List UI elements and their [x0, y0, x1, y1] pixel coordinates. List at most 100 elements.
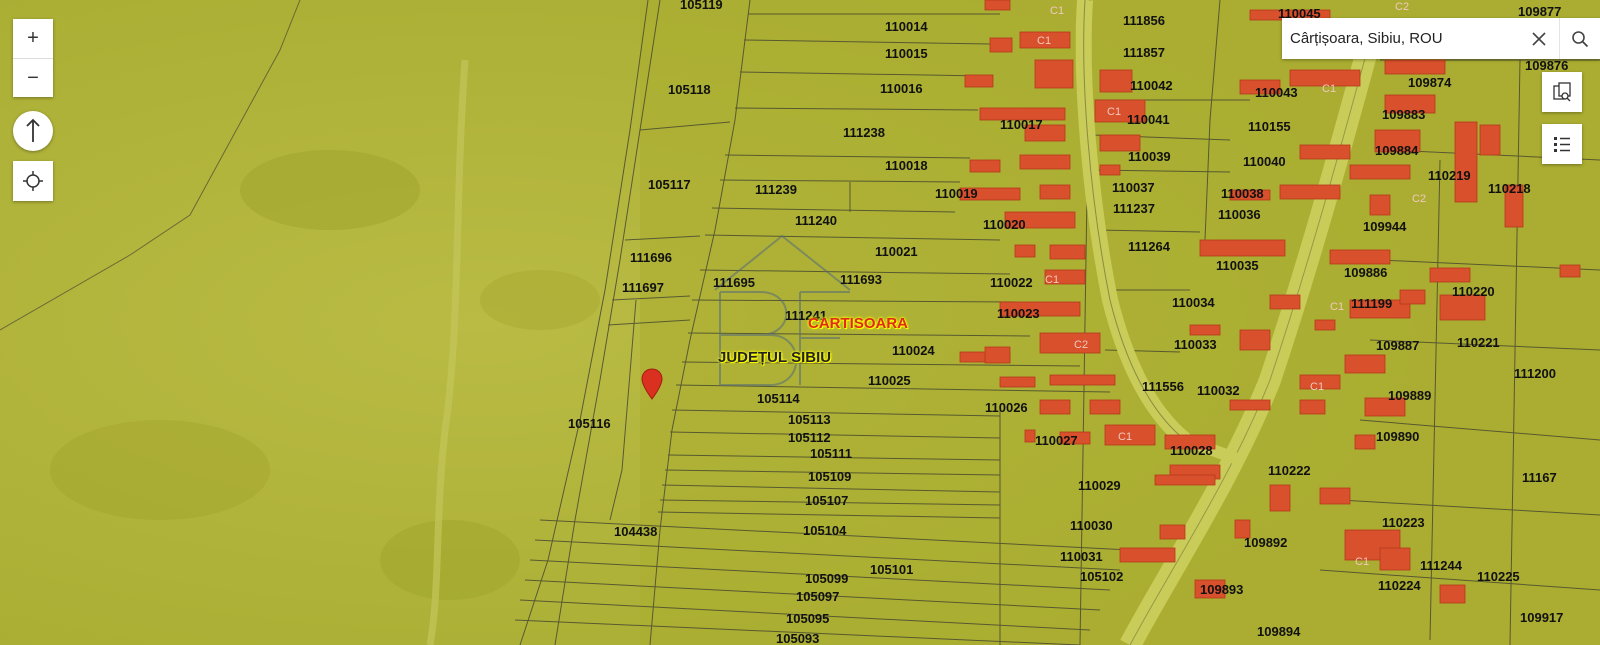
building-code: C1 — [1355, 556, 1369, 568]
parcel-number: 111237 — [1113, 201, 1155, 216]
parcel-number: 111856 — [1123, 13, 1165, 28]
building-code: C2 — [1074, 339, 1088, 351]
parcel-number: 110030 — [1070, 518, 1113, 533]
parcel-number: 105102 — [1080, 569, 1123, 584]
parcel-number: 110035 — [1216, 258, 1259, 273]
parcel-number: 110020 — [983, 217, 1026, 232]
parcel-number: 110039 — [1128, 149, 1171, 164]
zoom-out-label: − — [27, 67, 39, 89]
arrow-up-icon — [26, 118, 40, 142]
building-code: C1 — [1310, 381, 1324, 393]
parcel-number: 109887 — [1376, 338, 1419, 353]
parcel-number: 111244 — [1420, 558, 1463, 573]
parcel-number: 110032 — [1197, 383, 1240, 398]
parcel-number: 110041 — [1127, 112, 1170, 127]
parcel-number: 110036 — [1218, 207, 1261, 222]
parcel-number: 105093 — [776, 631, 819, 645]
parcel-number: 110026 — [985, 400, 1028, 415]
parcel-number: 109892 — [1244, 535, 1287, 550]
parcel-number: 110019 — [935, 186, 978, 201]
parcel-number: 109889 — [1388, 388, 1431, 403]
parcel-number: 110021 — [875, 244, 918, 259]
parcel-number: 111693 — [840, 272, 882, 287]
clear-search-button[interactable] — [1519, 18, 1559, 59]
parcel-number: 109874 — [1408, 75, 1452, 90]
building-code: C1 — [1045, 274, 1059, 286]
zoom-controls: + − — [13, 19, 53, 97]
parcel-number: 110218 — [1488, 181, 1531, 196]
parcel-number: 110022 — [990, 275, 1033, 290]
parcel-number: 111199 — [1351, 296, 1392, 311]
search-button[interactable] — [1559, 18, 1600, 59]
north-arrow-button[interactable] — [13, 111, 53, 151]
building-code: C1 — [1050, 5, 1064, 17]
building-code: C1 — [1118, 431, 1132, 443]
parcel-number: 111695 — [713, 275, 755, 290]
parcel-number: 109894 — [1257, 624, 1301, 639]
parcel-number: 110042 — [1130, 78, 1173, 93]
parcel-number: 105109 — [808, 469, 851, 484]
parcel-number: 110014 — [885, 19, 928, 34]
parcel-number: 111697 — [622, 280, 664, 295]
parcel-number: 111239 — [755, 182, 797, 197]
parcel-number: 109877 — [1518, 4, 1561, 19]
parcel-number: 105118 — [668, 82, 711, 97]
zoom-in-button[interactable]: + — [13, 19, 53, 58]
parcel-number: 110219 — [1428, 168, 1471, 183]
parcel-number: 105113 — [788, 412, 831, 427]
parcel-number: 105099 — [805, 571, 848, 586]
building-code: C2 — [1395, 1, 1409, 13]
building-code: C1 — [1330, 301, 1344, 313]
parcel-number: 110017 — [1000, 117, 1043, 132]
parcel-number: 110223 — [1382, 515, 1425, 530]
building-code: C1 — [1322, 83, 1336, 95]
parcel-number: 104438 — [614, 524, 657, 539]
parcel-number: 110043 — [1255, 85, 1298, 100]
parcel-number: 110028 — [1170, 443, 1213, 458]
parcel-number: 105101 — [870, 562, 913, 577]
parcel-number: 105104 — [803, 523, 847, 538]
parcel-number: 110029 — [1078, 478, 1121, 493]
parcel-number: 110221 — [1457, 335, 1500, 350]
parcel-number: 110025 — [868, 373, 911, 388]
parcel-number: 110155 — [1248, 119, 1291, 134]
search-input[interactable] — [1290, 30, 1485, 47]
parcel-number: 110034 — [1172, 295, 1215, 310]
parcel-number: 105107 — [805, 493, 848, 508]
parcel-number: 105114 — [757, 391, 800, 406]
parcel-number: 109886 — [1344, 265, 1387, 280]
parcel-number: 110027 — [1035, 433, 1078, 448]
parcel-number: 111696 — [630, 250, 672, 265]
parcel-number: 109884 — [1375, 143, 1419, 158]
parcel-number: 105119 — [680, 0, 723, 12]
list-icon — [1554, 137, 1570, 152]
building-code: C1 — [1107, 106, 1121, 118]
close-icon — [1532, 31, 1546, 46]
parcel-number: 110225 — [1477, 569, 1520, 584]
parcel-number: 109883 — [1382, 107, 1425, 122]
parcel-number: 105111 — [810, 446, 852, 461]
parcel-number: 111238 — [843, 125, 885, 140]
map-pin-icon[interactable] — [641, 368, 663, 400]
parcel-number: 110037 — [1112, 180, 1155, 195]
building-code: C1 — [1037, 35, 1051, 47]
zoom-out-button[interactable]: − — [13, 58, 53, 98]
parcel-number: 110038 — [1221, 186, 1264, 201]
building-code: C2 — [1412, 193, 1426, 205]
parcel-number: 105116 — [568, 416, 611, 431]
layers-list-button[interactable] — [1542, 124, 1582, 164]
parcel-number: 110033 — [1174, 337, 1217, 352]
parcel-number: 105095 — [786, 611, 829, 626]
document-compare-button[interactable] — [1542, 72, 1582, 112]
parcel-number: 105097 — [796, 589, 839, 604]
parcel-number: 105112 — [788, 430, 831, 445]
map-canvas[interactable]: C1 C1 C1 C2 C1 C2 C1 C1 C1 C1 C1 C2 1051… — [0, 0, 1600, 645]
parcel-number: 110015 — [885, 46, 928, 61]
parcel-number: 109917 — [1520, 610, 1563, 625]
locate-button[interactable] — [13, 161, 53, 201]
parcel-number: 110222 — [1268, 463, 1311, 478]
document-compare-icon — [1553, 82, 1571, 102]
parcel-number: 109944 — [1363, 219, 1407, 234]
search-icon — [1572, 30, 1589, 47]
parcel-number: 111556 — [1142, 379, 1184, 394]
